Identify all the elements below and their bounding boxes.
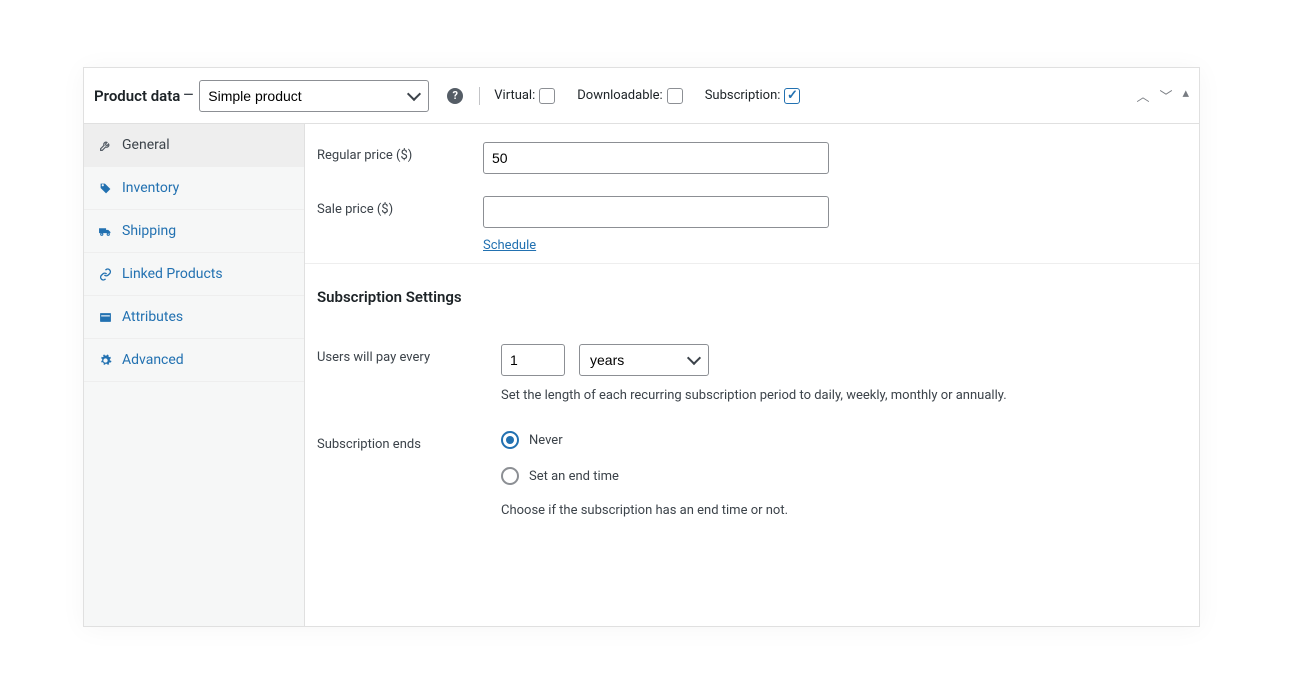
product-type-select[interactable]: Simple product xyxy=(199,80,429,112)
section-divider xyxy=(305,263,1199,264)
subscription-ends-label: Subscription ends xyxy=(317,431,501,452)
subscription-section-title: Subscription Settings xyxy=(317,288,1187,306)
period-select-wrap: years xyxy=(579,344,709,376)
subscription-ends-controls: Never Set an end time Choose if the subs… xyxy=(501,431,788,518)
subscription-label-text: Subscription: xyxy=(705,88,781,103)
panel-header-tools: ︿ ﹀ ▴ xyxy=(1136,86,1189,105)
link-icon xyxy=(98,267,112,281)
sidebar-item-general[interactable]: General xyxy=(84,124,304,167)
panel-title: Product data xyxy=(94,87,180,105)
collapse-icon[interactable]: ▴ xyxy=(1182,86,1189,105)
virtual-label-text: Virtual: xyxy=(494,88,535,103)
product-flags: Virtual: Downloadable: Subscription: xyxy=(494,88,800,104)
regular-price-row: Regular price ($) xyxy=(317,142,1187,174)
downloadable-checkbox[interactable] xyxy=(667,88,683,104)
product-tabs-sidebar: General Inventory Shipping Linked Produc… xyxy=(84,124,305,626)
panel-icon xyxy=(98,310,112,324)
sidebar-item-attributes[interactable]: Attributes xyxy=(84,296,304,339)
sale-price-label: Sale price ($) xyxy=(317,196,483,217)
sidebar-item-advanced[interactable]: Advanced xyxy=(84,339,304,382)
sale-price-row: Sale price ($) Schedule xyxy=(317,196,1187,253)
regular-price-label: Regular price ($) xyxy=(317,142,483,163)
sale-price-input[interactable] xyxy=(483,196,829,228)
panel-body: General Inventory Shipping Linked Produc… xyxy=(84,124,1199,626)
downloadable-checkbox-label[interactable]: Downloadable: xyxy=(577,88,682,104)
sidebar-item-inventory[interactable]: Inventory xyxy=(84,167,304,210)
users-pay-row: Users will pay every years Set the lengt… xyxy=(317,344,1187,403)
regular-price-control xyxy=(483,142,829,174)
regular-price-input[interactable] xyxy=(483,142,829,174)
users-pay-controls: years Set the length of each recurring s… xyxy=(501,344,1007,403)
wrench-icon xyxy=(98,138,112,152)
radio-set-end-row[interactable]: Set an end time xyxy=(501,467,788,485)
sidebar-item-label: Advanced xyxy=(122,352,184,368)
ends-helper-text: Choose if the subscription has an end ti… xyxy=(501,503,788,518)
help-icon[interactable]: ? xyxy=(447,88,463,104)
radio-never-row[interactable]: Never xyxy=(501,431,788,449)
truck-icon xyxy=(98,224,112,238)
move-up-icon[interactable]: ︿ xyxy=(1136,86,1149,105)
sidebar-item-label: Shipping xyxy=(122,223,176,239)
downloadable-label-text: Downloadable: xyxy=(577,88,662,103)
users-pay-label: Users will pay every xyxy=(317,344,501,365)
period-select[interactable]: years xyxy=(579,344,709,376)
vertical-divider xyxy=(479,87,480,105)
virtual-checkbox-label[interactable]: Virtual: xyxy=(494,88,555,104)
content-area: Regular price ($) Sale price ($) Schedul… xyxy=(305,124,1199,626)
subscription-checkbox-label[interactable]: Subscription: xyxy=(705,88,801,104)
virtual-checkbox[interactable] xyxy=(539,88,555,104)
sidebar-item-label: Inventory xyxy=(122,180,179,196)
subscription-ends-row: Subscription ends Never Set an end time … xyxy=(317,431,1187,518)
radio-set-end-label: Set an end time xyxy=(529,469,619,484)
gear-icon xyxy=(98,353,112,367)
product-data-panel: Product data — Simple product ? Virtual:… xyxy=(83,67,1200,627)
subscription-checkbox[interactable] xyxy=(784,88,800,104)
sale-price-control: Schedule xyxy=(483,196,829,253)
move-down-icon[interactable]: ﹀ xyxy=(1159,86,1172,105)
tag-icon xyxy=(98,181,112,195)
period-helper-text: Set the length of each recurring subscri… xyxy=(501,388,1007,403)
interval-input[interactable] xyxy=(501,344,565,376)
panel-header: Product data — Simple product ? Virtual:… xyxy=(84,68,1199,124)
radio-set-end[interactable] xyxy=(501,467,519,485)
schedule-link[interactable]: Schedule xyxy=(483,238,536,253)
product-type-select-wrap: Simple product xyxy=(199,80,429,112)
sidebar-item-linked-products[interactable]: Linked Products xyxy=(84,253,304,296)
sidebar-item-label: General xyxy=(122,137,170,153)
radio-never[interactable] xyxy=(501,431,519,449)
radio-never-label: Never xyxy=(529,433,563,448)
sidebar-item-shipping[interactable]: Shipping xyxy=(84,210,304,253)
dash-separator: — xyxy=(183,88,193,103)
sidebar-item-label: Linked Products xyxy=(122,266,223,282)
sidebar-item-label: Attributes xyxy=(122,309,183,325)
